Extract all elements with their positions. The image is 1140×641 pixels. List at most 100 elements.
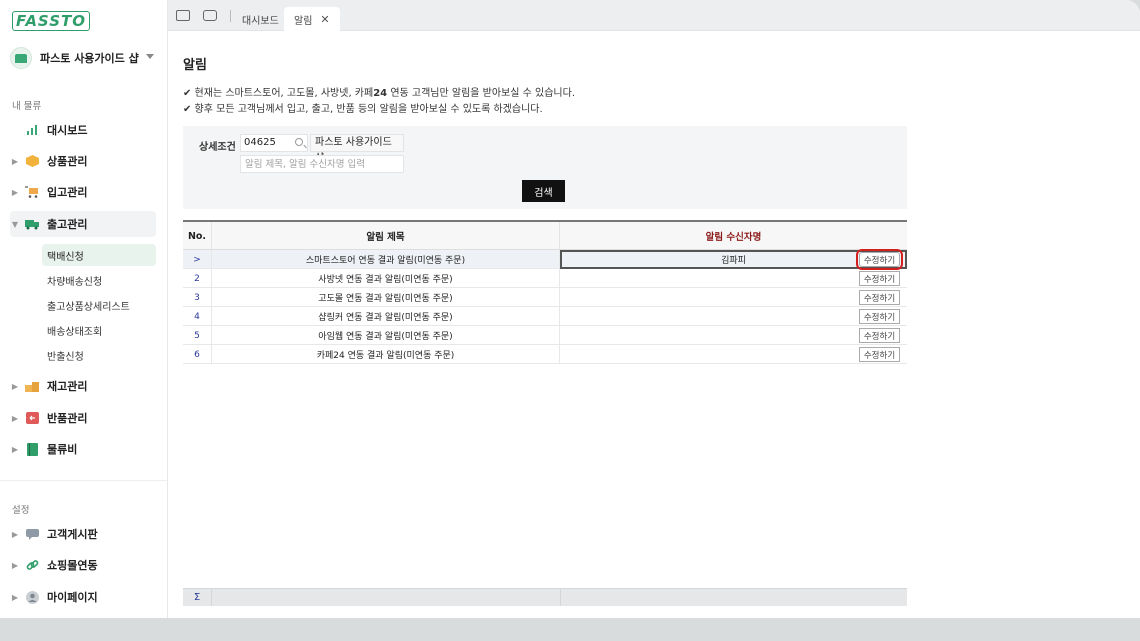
boxes-icon (24, 379, 40, 393)
shop-selector[interactable]: 파스토 사용가이드 샵 (10, 44, 160, 72)
row-recipient[interactable] (560, 269, 907, 288)
page-title: 알림 (183, 58, 207, 73)
row-recipient[interactable] (560, 326, 907, 345)
chevron-right-icon: ▶ (11, 187, 19, 197)
row-recipient[interactable] (560, 307, 907, 326)
edit-button[interactable]: 수정하기 (859, 271, 900, 286)
tab-separator (230, 10, 231, 22)
row-number: 4 (183, 307, 212, 326)
sidebar-item-mypage[interactable]: ▶ 마이페이지 (10, 584, 156, 610)
app-window: FASSTO 파스토 사용가이드 샵 내 물류 대시보드 ▶ 상품관리 ▶ 입고… (0, 0, 1140, 618)
sidebar-item-customer-board[interactable]: ▶ 고객게시판 (10, 521, 156, 547)
sidebar-item-products[interactable]: ▶ 상품관리 (10, 148, 156, 174)
row-title: 카페24 연동 결과 알림(미연동 주문) (212, 345, 560, 364)
sidebar-item-label: 마이페이지 (47, 591, 98, 604)
tab-notifications[interactable]: 알림 ✕ (284, 7, 340, 31)
chevron-right-icon: ▶ (11, 592, 19, 602)
column-header-recipient: 알림 수신자명 (705, 232, 762, 243)
search-button[interactable]: 검색 (522, 180, 565, 202)
tab-dashboard[interactable]: 대시보드 (232, 7, 289, 31)
edit-button[interactable]: 수정하기 (859, 328, 900, 343)
book-icon (24, 442, 40, 456)
tab-bar: 대시보드 알림 ✕ (168, 0, 1140, 31)
chevron-down-icon: ▼ (11, 219, 19, 229)
row-number: 2 (183, 269, 212, 288)
shop-code-field[interactable]: 04625 (240, 134, 308, 152)
tab-label: 대시보드 (242, 15, 279, 27)
sidebar-item-mall-integration[interactable]: ▶ 쇼핑몰연동 (10, 552, 156, 578)
row-recipient[interactable] (560, 288, 907, 307)
sidebar-subitem-release-request[interactable]: 반출신청 (42, 344, 156, 366)
footer-divider (560, 589, 561, 606)
shop-avatar (10, 47, 32, 69)
row-number: > (183, 250, 212, 269)
truck-icon (24, 217, 40, 231)
sidebar-item-inbound[interactable]: ▶ 입고관리 (10, 179, 156, 205)
sidebar-item-label: 고객게시판 (47, 528, 98, 541)
table-row[interactable]: > 스마트스토어 연동 결과 알림(미연동 주문) 김파피 수정하기 (183, 249, 907, 270)
row-title: 사방넷 연동 결과 알림(미연동 주문) (212, 269, 560, 288)
section-label-settings: 설정 (12, 505, 30, 516)
row-recipient[interactable] (560, 345, 907, 364)
sidebar-item-outbound[interactable]: ▼ 출고관리 (10, 211, 156, 237)
close-icon[interactable]: ✕ (320, 13, 329, 26)
edit-button[interactable]: 수정하기 (856, 249, 903, 270)
bar-chart-icon (24, 123, 40, 137)
return-icon (24, 411, 40, 425)
sidebar-divider (0, 480, 167, 481)
chevron-right-icon: ▶ (11, 444, 19, 454)
sidebar-item-label: 상품관리 (47, 155, 88, 168)
shop-code-value: 04625 (244, 137, 276, 148)
edit-button[interactable]: 수정하기 (859, 347, 900, 362)
user-icon (24, 590, 40, 604)
screen-frame: FASSTO 파스토 사용가이드 샵 내 물류 대시보드 ▶ 상품관리 ▶ 입고… (0, 0, 1140, 641)
sidebar: FASSTO 파스토 사용가이드 샵 내 물류 대시보드 ▶ 상품관리 ▶ 입고… (0, 0, 168, 618)
main-content: 알림 ✔ 현재는 스마트스토어, 고도몰, 사방넷, 카페24 연동 고객님만 … (168, 31, 1140, 618)
chevron-right-icon: ▶ (11, 560, 19, 570)
sidebar-item-label: 반품관리 (47, 412, 88, 425)
sidebar-item-label: 재고관리 (47, 380, 88, 393)
row-number: 3 (183, 288, 212, 307)
edit-button[interactable]: 수정하기 (859, 290, 900, 305)
sidebar-item-label: 입고관리 (47, 186, 88, 199)
sidebar-toggle-icon[interactable] (176, 10, 190, 21)
brand-logo[interactable]: FASSTO (12, 11, 90, 31)
sidebar-item-label: 대시보드 (47, 124, 88, 137)
chevron-right-icon: ▶ (11, 381, 19, 391)
sidebar-subitem-outbound-detail-list[interactable]: 출고상품상세리스트 (42, 294, 156, 316)
column-header-no: No. (183, 222, 212, 250)
table-row[interactable]: 2 사방넷 연동 결과 알림(미연동 주문) 수정하기 (183, 269, 907, 288)
sidebar-item-returns[interactable]: ▶ 반품관리 (10, 405, 156, 431)
table-row[interactable]: 5 아임웹 연동 결과 알림(미연동 주문) 수정하기 (183, 326, 907, 345)
sidebar-item-label: 출고관리 (47, 218, 88, 231)
shop-name: 파스토 사용가이드 샵 (40, 52, 139, 65)
sidebar-item-inventory[interactable]: ▶ 재고관리 (10, 373, 156, 399)
table-row[interactable]: 6 카페24 연동 결과 알림(미연동 주문) 수정하기 (183, 345, 907, 364)
keyword-search-input[interactable] (240, 155, 404, 173)
sidebar-item-label: 물류비 (47, 443, 78, 456)
settings-window-icon[interactable] (203, 10, 217, 21)
row-title: 아임웹 연동 결과 알림(미연동 주문) (212, 326, 560, 345)
chat-icon (24, 527, 40, 541)
search-icon[interactable] (295, 138, 303, 146)
row-title: 샵링커 연동 결과 알림(미연동 주문) (212, 307, 560, 326)
chevron-right-icon: ▶ (11, 413, 19, 423)
sidebar-subitem-vehicle-delivery[interactable]: 차량배송신청 (42, 269, 156, 291)
chevron-down-icon (146, 54, 154, 59)
row-title: 고도몰 연동 결과 알림(미연동 주문) (212, 288, 560, 307)
sidebar-subitem-delivery-status[interactable]: 배송상태조회 (42, 319, 156, 341)
search-label: 상세조건 (199, 142, 236, 153)
table-row[interactable]: 4 샵링커 연동 결과 알림(미연동 주문) 수정하기 (183, 307, 907, 326)
sidebar-subitem-parcel-request[interactable]: 택배신청 (42, 244, 156, 266)
table-row[interactable]: 3 고도몰 연동 결과 알림(미연동 주문) 수정하기 (183, 288, 907, 307)
notification-table: No. 알림 제목 알림 수신자명 > 스마트스토어 연동 결과 알림(미연동 … (183, 220, 907, 606)
row-number: 6 (183, 345, 212, 364)
sum-icon: Σ (183, 589, 212, 606)
table-footer: Σ (183, 588, 907, 606)
sidebar-item-logistics-cost[interactable]: ▶ 물류비 (10, 436, 156, 462)
row-recipient[interactable]: 김파피 (560, 250, 907, 269)
shop-name-field: 파스토 사용가이드 샵 (310, 134, 404, 164)
box-icon (24, 154, 40, 168)
sidebar-item-dashboard[interactable]: 대시보드 (10, 117, 156, 143)
edit-button[interactable]: 수정하기 (859, 309, 900, 324)
